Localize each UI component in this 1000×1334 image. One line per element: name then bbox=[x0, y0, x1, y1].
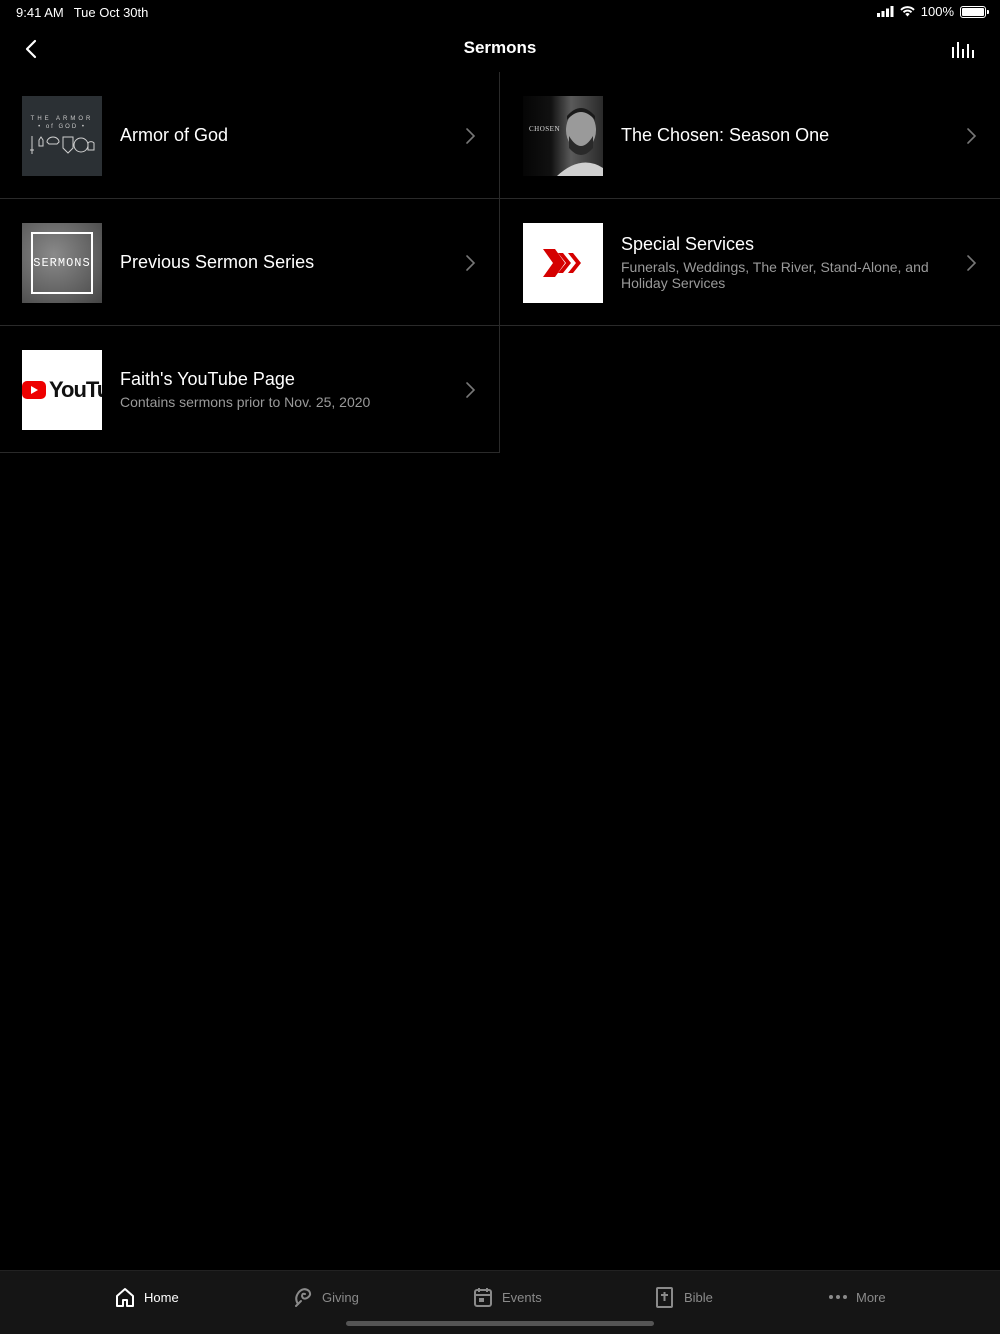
portrait-icon bbox=[557, 108, 603, 176]
sermon-item-title: Faith's YouTube Page bbox=[120, 368, 295, 389]
tab-bible[interactable]: Bible bbox=[654, 1285, 713, 1309]
youtube-wordmark: YouTube bbox=[49, 377, 102, 402]
home-indicator[interactable] bbox=[346, 1321, 654, 1326]
tab-label: Home bbox=[144, 1289, 179, 1305]
giving-icon bbox=[295, 1288, 312, 1307]
sermon-item-youtube-page[interactable]: YouTube Faith's YouTube Page Contains se… bbox=[0, 326, 500, 453]
chevron-right-icon bbox=[967, 128, 977, 144]
tab-label: More bbox=[856, 1289, 886, 1305]
battery-icon bbox=[960, 5, 989, 18]
tab-label: Events bbox=[502, 1289, 542, 1305]
youtube-thumbnail: YouTube bbox=[22, 350, 102, 430]
chevron-right-icon bbox=[466, 382, 476, 398]
the-chosen-thumbnail: CHOSEN bbox=[523, 96, 603, 176]
tab-more[interactable]: More bbox=[828, 1285, 886, 1309]
youtube-play-icon bbox=[22, 381, 46, 399]
armor-illustration-icon bbox=[30, 136, 95, 154]
sermon-item-subtitle: Contains sermons prior to Nov. 25, 2020 bbox=[120, 393, 371, 410]
page-title: Sermons bbox=[463, 38, 537, 57]
thumb-caption: THE ARMOR bbox=[30, 116, 94, 122]
sermon-item-title: Armor of God bbox=[120, 124, 229, 145]
thumb-caption: SERMONS bbox=[33, 256, 91, 270]
status-date: Tue Oct 30th bbox=[73, 5, 149, 20]
sermon-item-subtitle: Funerals, Weddings, The River, Stand-Alo… bbox=[621, 258, 929, 291]
sermon-item-title: The Chosen: Season One bbox=[621, 124, 830, 145]
status-bar: 9:41 AM Tue Oct 30th 100% bbox=[0, 0, 1000, 24]
sermon-item-title: Special Services bbox=[621, 233, 755, 254]
battery-percent: 100% bbox=[920, 4, 954, 19]
sermon-item-special-services[interactable]: Special Services Funerals, Weddings, The… bbox=[500, 199, 1000, 326]
sermon-item-previous-series[interactable]: SERMONS Previous Sermon Series bbox=[0, 199, 500, 326]
tab-giving[interactable]: Giving bbox=[292, 1285, 359, 1309]
signal-icon bbox=[876, 6, 894, 17]
chevron-right-icon bbox=[466, 128, 476, 144]
sermon-item-armor-of-god[interactable]: THE ARMOR • of GOD • Armor of God bbox=[0, 72, 500, 199]
wifi-icon bbox=[900, 6, 915, 17]
tab-events[interactable]: Events bbox=[472, 1285, 542, 1309]
audio-bars-icon bbox=[952, 42, 974, 58]
chevron-right-icon bbox=[967, 255, 977, 271]
sermon-item-the-chosen[interactable]: CHOSEN The Chosen: Season One bbox=[500, 72, 1000, 199]
status-time: 9:41 AM bbox=[16, 5, 64, 20]
home-icon bbox=[116, 1288, 134, 1307]
navigation-bar: Sermons bbox=[0, 24, 1000, 72]
special-services-thumbnail bbox=[523, 223, 603, 303]
chevron-right-icon bbox=[466, 255, 476, 271]
tab-label: Giving bbox=[322, 1289, 359, 1305]
armor-of-god-thumbnail: THE ARMOR • of GOD • bbox=[22, 96, 102, 176]
thumb-caption: • of GOD • bbox=[38, 124, 86, 130]
tab-home[interactable]: Home bbox=[114, 1285, 179, 1309]
bible-icon bbox=[656, 1287, 673, 1308]
audio-player-button[interactable] bbox=[948, 34, 978, 64]
calendar-icon bbox=[474, 1288, 492, 1307]
previous-series-thumbnail: SERMONS bbox=[22, 223, 102, 303]
red-chevrons-logo-icon bbox=[543, 249, 581, 277]
more-icon bbox=[829, 1295, 847, 1299]
tab-label: Bible bbox=[684, 1289, 713, 1305]
sermon-item-title: Previous Sermon Series bbox=[120, 251, 315, 272]
